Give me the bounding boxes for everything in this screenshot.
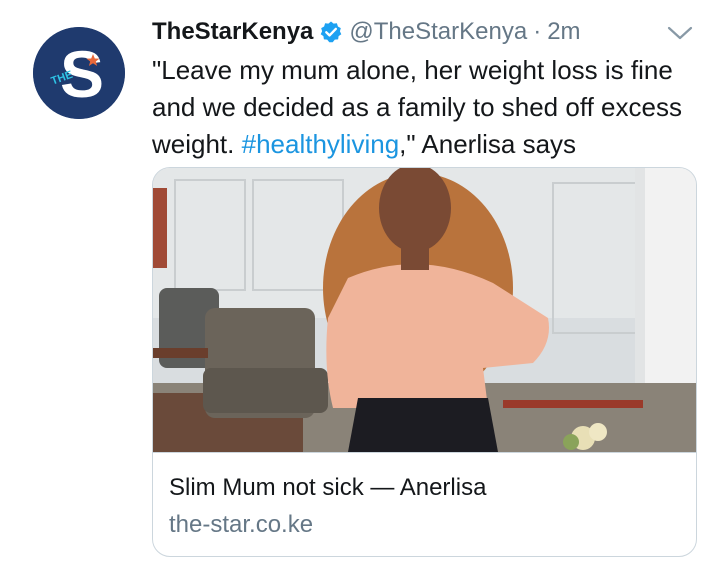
chevron-down-icon[interactable] [664, 20, 696, 46]
card-image[interactable] [153, 168, 696, 453]
the-star-logo: S THE [33, 27, 125, 119]
tweet-timestamp[interactable]: 2m [547, 18, 580, 46]
verified-badge-icon [319, 20, 343, 44]
header-separator: · [533, 18, 542, 45]
tweet-text: "Leave my mum alone, her weight loss is … [152, 52, 700, 163]
profile-avatar[interactable]: S THE [33, 27, 125, 119]
author-handle[interactable]: @TheStarKenya [349, 18, 527, 46]
link-preview-card[interactable]: Slim Mum not sick — Anerlisa the-star.co… [152, 167, 697, 557]
author-display-name[interactable]: TheStarKenya [152, 18, 313, 46]
card-title[interactable]: Slim Mum not sick — Anerlisa [169, 474, 486, 502]
tweet-header: TheStarKenya @TheStarKenya · 2m [152, 14, 581, 50]
card-domain[interactable]: the-star.co.ke [169, 511, 313, 539]
tweet-text-tail: ," Anerlisa says [399, 129, 577, 159]
hashtag-link[interactable]: #healthyliving [242, 129, 400, 159]
